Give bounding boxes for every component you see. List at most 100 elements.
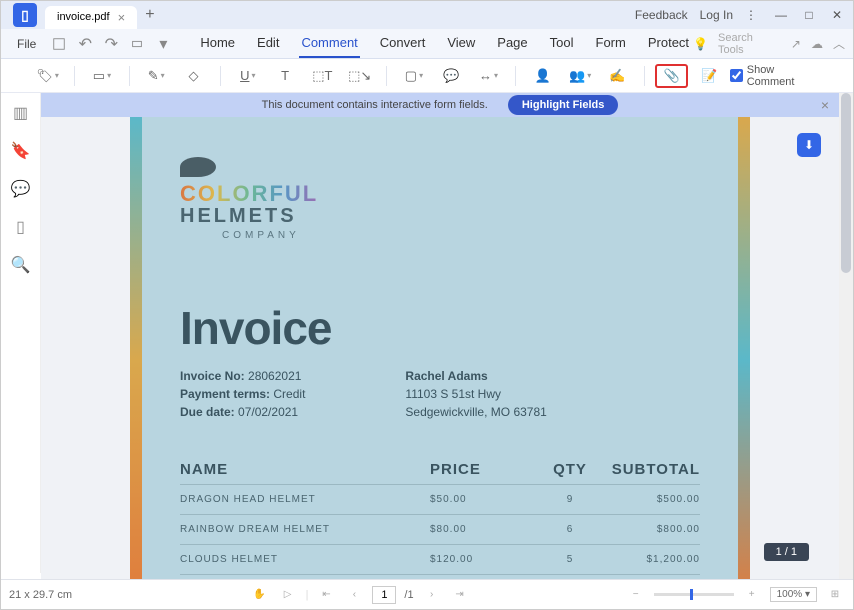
company-logo-icon — [180, 157, 216, 177]
page-decoration-left — [130, 117, 142, 579]
invoice-meta-right: Rachel Adams 11103 S 51st Hwy Sedgewickv… — [405, 367, 546, 421]
first-page-icon[interactable]: ⇤ — [316, 586, 336, 604]
callout-tool[interactable]: ⬚↘ — [343, 64, 376, 88]
company-logo-subtitle: HELMETS — [180, 205, 700, 228]
undo-icon[interactable]: ↶ — [76, 35, 94, 53]
measure-tool[interactable]: ↔▾ — [472, 64, 505, 88]
comment-toolbar: 🏷▾ ▭▾ ✎▾ ◇ U▾ T ⬚T ⬚↘ ▢▾ 💬 ↔▾ 👤 👥▾ ✍ 📎 📝… — [1, 59, 853, 93]
eraser-tool[interactable]: ◇ — [177, 64, 210, 88]
page-indicator-badge: 1 / 1 — [764, 543, 809, 561]
show-comment-toggle[interactable]: Show Comment — [730, 64, 823, 88]
file-menu[interactable]: File — [9, 33, 44, 55]
tab-tool[interactable]: Tool — [548, 29, 576, 58]
page-dimensions: 21 x 29.7 cm — [9, 589, 72, 601]
zoom-value[interactable]: 100% ▾ — [770, 587, 817, 602]
tab-comment[interactable]: Comment — [299, 29, 359, 58]
stamps-dropdown[interactable]: 👥▾ — [563, 64, 596, 88]
next-page-icon[interactable]: › — [422, 586, 442, 604]
show-comment-checkbox[interactable] — [730, 69, 743, 82]
invoice-title: Invoice — [180, 301, 700, 355]
ribbon-tabs: Home Edit Comment Convert View Page Tool… — [198, 29, 691, 58]
page-number-input[interactable] — [372, 586, 396, 604]
print-icon[interactable] — [128, 35, 146, 53]
menu-bar: File ↶ ↷ ▾ Home Edit Comment Convert Vie… — [1, 29, 853, 59]
attachment-tool[interactable]: 📎 — [655, 64, 688, 88]
textbox-tool[interactable]: ⬚T — [306, 64, 339, 88]
last-page-icon[interactable]: ⇥ — [450, 586, 470, 604]
zoom-slider[interactable] — [654, 593, 734, 596]
form-banner: This document contains interactive form … — [41, 93, 839, 117]
cloud-icon[interactable]: ☁ — [811, 37, 823, 51]
col-qty: QTY — [530, 461, 610, 478]
search-icon[interactable]: 🔍 — [11, 255, 31, 275]
tab-form[interactable]: Form — [594, 29, 628, 58]
tab-page[interactable]: Page — [495, 29, 529, 58]
more-icon[interactable]: ⋮ — [745, 8, 757, 22]
text-tool[interactable]: T — [268, 64, 301, 88]
download-float-button[interactable]: ⬇ — [797, 133, 821, 157]
company-logo-text: COLORFUL — [180, 183, 700, 205]
note-tool[interactable]: 🏷▾ — [31, 64, 64, 88]
comments-panel-tool[interactable]: 📝 — [692, 64, 725, 88]
table-row: CLOUDS HELMET$120.005$1,200.00 — [180, 544, 700, 574]
banner-close-icon[interactable]: × — [821, 97, 829, 113]
close-tab-icon[interactable]: × — [118, 10, 126, 25]
signature-tool[interactable]: ✍ — [601, 64, 634, 88]
tab-convert[interactable]: Convert — [378, 29, 428, 58]
bookmarks-icon[interactable]: 🔖 — [11, 141, 31, 161]
page-decoration-right — [738, 117, 750, 579]
document-viewport: This document contains interactive form … — [41, 93, 839, 579]
tab-home[interactable]: Home — [198, 29, 237, 58]
highlight-tool[interactable]: ▭▾ — [85, 64, 118, 88]
fit-page-icon[interactable]: ⊞ — [825, 586, 845, 604]
vertical-scrollbar[interactable] — [839, 93, 853, 579]
title-bar: ▯ invoice.pdf × + Feedback Log In ⋮ — □ … — [1, 1, 853, 29]
zoom-out-icon[interactable]: − — [626, 586, 646, 604]
attachments-icon[interactable]: ▯ — [11, 217, 31, 237]
add-tab-button[interactable]: + — [145, 6, 154, 24]
tab-title: invoice.pdf — [57, 11, 110, 23]
invoice-meta-left: Invoice No: 28062021 Payment terms: Cred… — [180, 367, 305, 421]
comments-icon[interactable]: 💬 — [11, 179, 31, 199]
zoom-in-icon[interactable]: + — [742, 586, 762, 604]
search-tools-input[interactable]: Search Tools — [718, 32, 781, 56]
tab-view[interactable]: View — [445, 29, 477, 58]
login-link[interactable]: Log In — [700, 8, 733, 22]
prev-page-icon[interactable]: ‹ — [344, 586, 364, 604]
scroll-thumb[interactable] — [841, 93, 851, 273]
col-price: PRICE — [430, 461, 530, 478]
maximize-button[interactable]: □ — [797, 5, 821, 25]
qat-dropdown-icon[interactable]: ▾ — [154, 35, 172, 53]
document-tab[interactable]: invoice.pdf × — [45, 6, 137, 29]
hand-tool-icon[interactable]: ✋ — [250, 586, 270, 604]
search-bulb-icon: 💡 — [693, 37, 708, 51]
save-icon[interactable] — [50, 35, 68, 53]
minimize-button[interactable]: — — [769, 5, 793, 25]
pencil-tool[interactable]: ✎▾ — [140, 64, 173, 88]
left-sidebar: ▥ 🔖 💬 ▯ 🔍 — [1, 93, 41, 573]
table-row: RAINBOW DREAM HELMET$80.006$800.00 — [180, 514, 700, 544]
highlight-fields-button[interactable]: Highlight Fields — [508, 95, 619, 115]
company-label: COMPANY — [222, 230, 700, 241]
invoice-table: NAME PRICE QTY SUBTOTAL DRAGON HEAD HELM… — [180, 461, 700, 579]
status-bar: 21 x 29.7 cm ✋ ▷ | ⇤ ‹ /1 › ⇥ − + 100% ▾… — [1, 579, 853, 609]
stamp-tool[interactable]: 👤 — [526, 64, 559, 88]
underline-tool[interactable]: U▾ — [231, 64, 264, 88]
banner-message: This document contains interactive form … — [262, 99, 488, 111]
close-window-button[interactable]: ✕ — [825, 5, 849, 25]
shape-tool[interactable]: ▢▾ — [397, 64, 430, 88]
thumbnails-icon[interactable]: ▥ — [11, 103, 31, 123]
tab-edit[interactable]: Edit — [255, 29, 281, 58]
col-name: NAME — [180, 461, 430, 478]
collapse-ribbon-icon[interactable]: ︿ — [833, 35, 845, 52]
feedback-link[interactable]: Feedback — [635, 8, 688, 22]
select-tool-icon[interactable]: ▷ — [278, 586, 298, 604]
col-subtotal: SUBTOTAL — [610, 461, 700, 478]
pdf-page: COLORFUL HELMETS COMPANY Invoice Invoice… — [130, 117, 750, 579]
app-icon: ▯ — [13, 3, 37, 27]
redo-icon[interactable]: ↷ — [102, 35, 120, 53]
table-row: DRAGON HEAD HELMET$50.009$500.00 — [180, 484, 700, 514]
share-icon[interactable]: ↗ — [791, 37, 801, 51]
tab-protect[interactable]: Protect — [646, 29, 691, 58]
comment-tool[interactable]: 💬 — [435, 64, 468, 88]
